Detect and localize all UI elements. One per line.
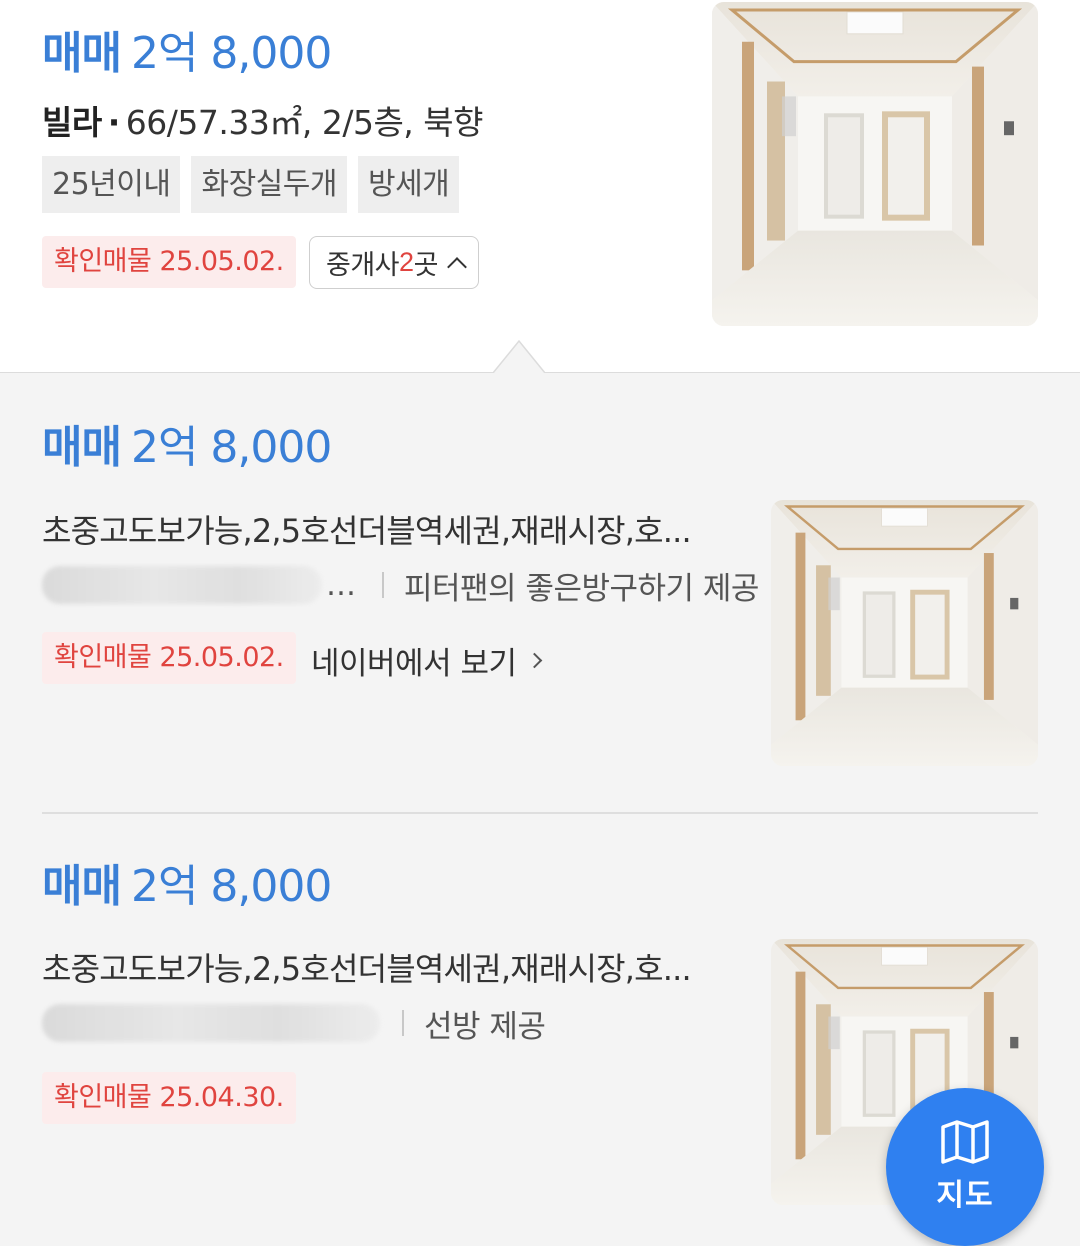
deal-type: 매매 xyxy=(42,28,122,79)
redacted-text xyxy=(42,1004,380,1042)
listing-price: 매매 2억 8,000 xyxy=(42,426,332,470)
listing-price: 매매 2억 8,000 xyxy=(42,865,332,909)
ellipsis: … xyxy=(326,567,356,603)
view-on-naver-link[interactable]: 네이버에서 보기 xyxy=(311,638,542,683)
verified-badge: 확인매물 25.05.02. xyxy=(42,236,296,288)
redacted-text xyxy=(42,566,322,604)
provider-name: 선방 제공 xyxy=(424,1008,546,1045)
link-label: 네이버에서 보기 xyxy=(311,646,517,682)
price-amount: 2억 8,000 xyxy=(130,422,332,473)
listing-divider xyxy=(42,812,1038,814)
property-details: 66/57.33㎡, 2/5층, 북향 xyxy=(125,103,484,142)
tag-age: 25년이내 xyxy=(42,156,181,213)
property-type: 빌라 xyxy=(42,103,102,142)
map-button-label: 지도 xyxy=(936,1179,994,1212)
provider-row: … 피터팬의 좋은방구하기 제공 xyxy=(42,563,759,607)
section-divider xyxy=(0,372,1080,373)
tag-bathrooms: 화장실두개 xyxy=(191,156,347,213)
broker-suffix: 곳 xyxy=(413,250,439,280)
listing-price: 매매 2억 8,000 xyxy=(42,32,332,76)
pointer-arrow-icon xyxy=(493,340,545,373)
broker-count: 2 xyxy=(399,247,414,277)
price-amount: 2억 8,000 xyxy=(130,28,332,79)
listing-photo[interactable] xyxy=(712,2,1038,326)
price-amount: 2억 8,000 xyxy=(130,861,332,912)
separator-dot: · xyxy=(107,103,121,142)
chevron-up-icon xyxy=(447,256,467,277)
tag-rooms: 방세개 xyxy=(357,156,460,213)
top-listing-card[interactable]: 매매 2억 8,000 빌라 · 66/57.33㎡, 2/5층, 북향 25년이내 … xyxy=(0,0,1080,372)
listing-photo[interactable] xyxy=(771,500,1038,766)
divider xyxy=(402,1010,404,1036)
feature-tags: 25년이내 화장실두개 방세개 xyxy=(42,156,460,213)
verified-badge: 확인매물 25.04.30. xyxy=(42,1072,296,1124)
listing-details: 빌라 · 66/57.33㎡, 2/5층, 북향 xyxy=(42,96,484,144)
deal-type: 매매 xyxy=(42,861,122,912)
map-icon xyxy=(941,1120,989,1164)
provider-row: 선방 제공 xyxy=(42,1001,546,1045)
broker-toggle-button[interactable]: 중개사 2곳 xyxy=(309,236,479,289)
listing-description: 초중고도보가능,2,5호선더블역세권,재래시장,호... xyxy=(42,512,692,550)
deal-type: 매매 xyxy=(42,422,122,473)
listing-description: 초중고도보가능,2,5호선더블역세권,재래시장,호... xyxy=(42,950,692,988)
map-button[interactable]: 지도 xyxy=(886,1088,1044,1246)
broker-label: 중개사 xyxy=(326,250,400,280)
chevron-right-icon xyxy=(526,652,542,669)
divider xyxy=(382,572,384,598)
provider-name: 피터팬의 좋은방구하기 제공 xyxy=(404,570,759,607)
verified-badge: 확인매물 25.05.02. xyxy=(42,632,296,684)
